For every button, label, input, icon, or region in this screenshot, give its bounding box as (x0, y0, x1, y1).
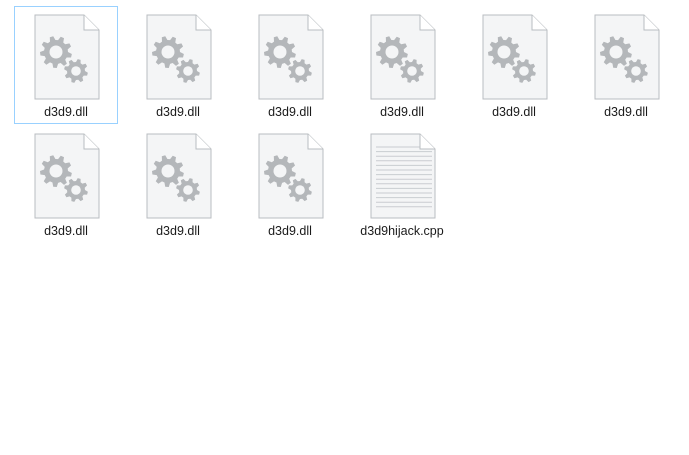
file-item-d3d9-dll[interactable]: d3d9.dll (14, 125, 118, 243)
settings-file-icon (594, 14, 660, 100)
file-item-d3d9-dll[interactable]: d3d9.dll (462, 6, 566, 124)
file-item-d3d9-dll[interactable]: d3d9.dll (238, 125, 342, 243)
file-name-label: d3d9.dll (156, 224, 200, 238)
settings-file-icon (34, 133, 100, 219)
file-name-label: d3d9.dll (44, 224, 88, 238)
settings-file-icon (370, 14, 436, 100)
file-explorer-icon-view: d3d9.dll d3d9.dll d3d9.dll d3d9.dll d3d9… (0, 0, 689, 455)
file-item-d3d9-dll[interactable]: d3d9.dll (350, 6, 454, 124)
file-name-label: d3d9.dll (604, 105, 648, 119)
file-name-label: d3d9.dll (268, 224, 312, 238)
settings-file-icon (146, 133, 212, 219)
settings-file-icon (258, 133, 324, 219)
file-name-label: d3d9.dll (44, 105, 88, 119)
settings-file-icon (146, 14, 212, 100)
settings-file-icon (258, 14, 324, 100)
file-item-d3d9-dll[interactable]: d3d9.dll (238, 6, 342, 124)
file-item-d3d9-dll[interactable]: d3d9.dll (14, 6, 118, 124)
settings-file-icon (34, 14, 100, 100)
file-item-d3d9hijack-cpp[interactable]: d3d9hijack.cpp (350, 125, 454, 243)
file-name-label: d3d9.dll (380, 105, 424, 119)
file-name-label: d3d9.dll (268, 105, 312, 119)
file-name-label: d3d9hijack.cpp (360, 224, 444, 238)
file-name-label: d3d9.dll (156, 105, 200, 119)
text-file-icon (370, 133, 436, 219)
file-item-d3d9-dll[interactable]: d3d9.dll (126, 6, 230, 124)
file-item-d3d9-dll[interactable]: d3d9.dll (574, 6, 678, 124)
settings-file-icon (482, 14, 548, 100)
file-item-d3d9-dll[interactable]: d3d9.dll (126, 125, 230, 243)
file-name-label: d3d9.dll (492, 105, 536, 119)
